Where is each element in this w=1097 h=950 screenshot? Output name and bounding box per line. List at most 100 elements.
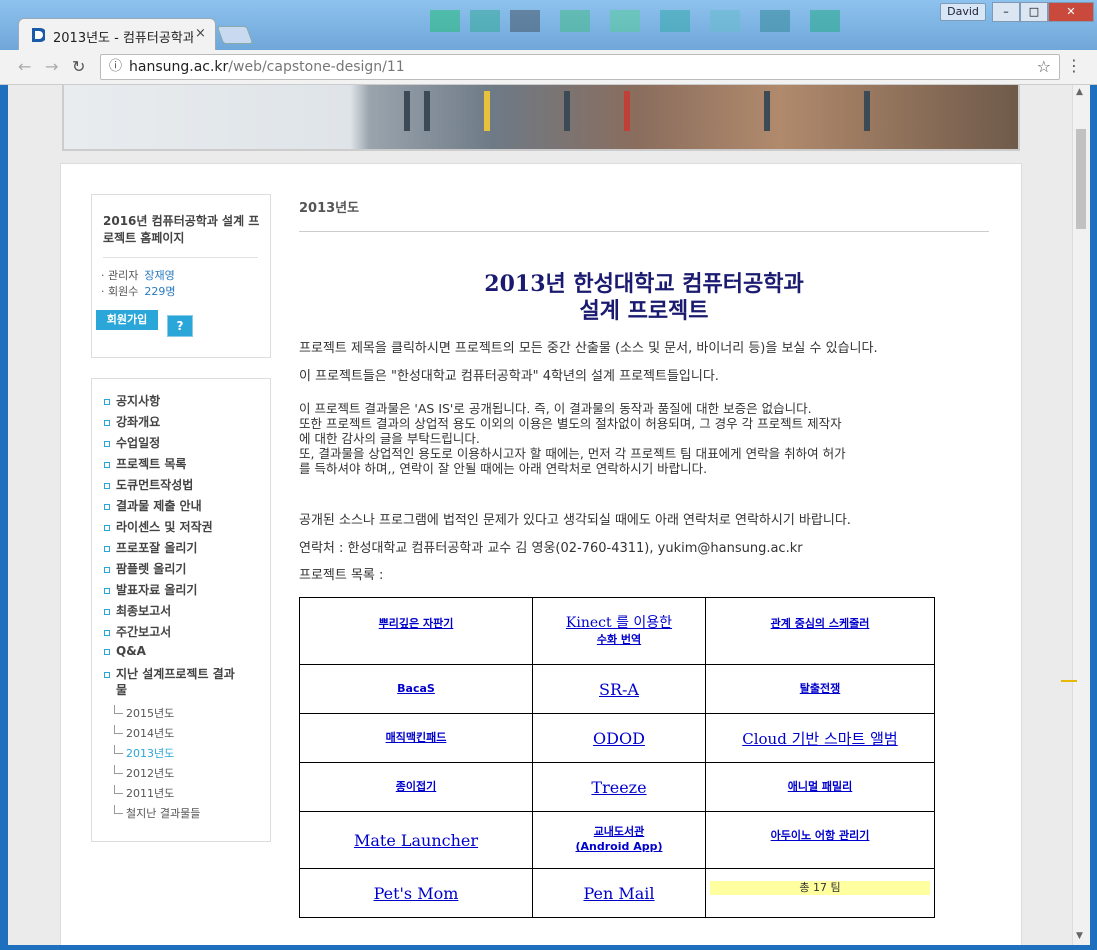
vertical-scrollbar[interactable]: ▲ ▼ (1061, 85, 1090, 945)
bullet-icon (104, 503, 110, 510)
bookmark-star-icon[interactable]: ☆ (1037, 55, 1051, 79)
table-cell: Mate Launcher (299, 811, 533, 869)
sidebar-item-notices[interactable]: 공지사항 (104, 392, 160, 409)
bullet-icon (104, 461, 110, 468)
project-link[interactable]: 아두이노 어항 관리기 (771, 828, 870, 843)
sidebar-item-license[interactable]: 라이센스 및 저작권 (104, 518, 213, 535)
scrollbar-thumb[interactable] (1076, 129, 1086, 229)
sidebar-item-pamphlet[interactable]: 팜플렛 올리기 (104, 560, 186, 577)
sidebar-item-final-report[interactable]: 최종보고서 (104, 602, 171, 619)
project-link[interactable]: Pet's Mom (374, 885, 459, 902)
project-table: 뿌리깊은 자판기 Kinect 를 이용한 수화 번역 관계 중심의 스케줄러 B… (299, 597, 935, 918)
forward-arrow-icon[interactable]: → (45, 57, 58, 76)
past-year-label: 2012년도 (126, 767, 175, 780)
project-link[interactable]: BacaS (397, 681, 435, 696)
project-link[interactable]: ODOD (593, 730, 645, 747)
project-link[interactable]: SR-A (599, 681, 639, 698)
sidebar-item-label: 프로젝트 목록 (116, 457, 187, 471)
content-panel: 2016년 컴퓨터공학과 설계 프로젝트 홈페이지 · 관리자 장재영 · 회원수… (60, 163, 1022, 945)
browser-window: 2013년도 - 컴퓨터공학과 × David – □ ✕ ← → ↻ ⓘ ha… (0, 0, 1097, 950)
maximize-button[interactable]: □ (1020, 2, 1048, 22)
sidebar-item-schedule[interactable]: 수업일정 (104, 434, 160, 451)
back-arrow-icon[interactable]: ← (18, 57, 31, 76)
intro-paragraph: 이 프로젝트들은 "한성대학교 컴퓨터공학과" 4학년의 설계 프로젝트들입니다… (299, 369, 719, 384)
browser-menu-icon[interactable]: ⋮ (1066, 56, 1082, 75)
project-link-text: (Android App) (575, 840, 663, 853)
help-button[interactable]: ? (167, 315, 193, 337)
blurred-region (710, 10, 740, 32)
sidebar-item-overview[interactable]: 강좌개요 (104, 413, 160, 430)
join-button[interactable]: 회원가입 (96, 310, 158, 330)
sidebar-item-documentation[interactable]: 도큐먼트작성법 (104, 476, 193, 493)
bullet-icon (104, 608, 110, 615)
past-year-2014[interactable]: 2014년도 (114, 725, 174, 741)
past-year-label: 2013년도 (126, 747, 175, 760)
project-link[interactable]: 종이접기 (396, 779, 436, 794)
table-row: 매직맥킨패드 ODOD Cloud 기반 스마트 앨범 (299, 713, 935, 763)
new-tab-button[interactable] (216, 26, 254, 44)
blurred-region (510, 10, 540, 32)
page-title-line-1: 2013년 한성대학교 컴퓨터공학과 (484, 271, 804, 297)
past-year-2015[interactable]: 2015년도 (114, 705, 174, 721)
license-line: 또, 결과물을 상업적인 용도로 이용하시고자 할 때에는, 먼저 각 프로젝트… (299, 446, 846, 461)
scroll-up-icon[interactable]: ▲ (1076, 87, 1083, 97)
banner-detail (424, 91, 430, 131)
tab-close-icon[interactable]: × (195, 26, 206, 41)
table-cell: 매직맥킨패드 (299, 713, 533, 763)
past-year-2012[interactable]: 2012년도 (114, 765, 174, 781)
bullet-icon (104, 482, 110, 489)
project-link[interactable]: 탈출전쟁 (800, 681, 840, 696)
sidebar-item-past-results[interactable]: 지난 설계프로젝트 결과 (104, 665, 235, 682)
title-bar: 2013년도 - 컴퓨터공학과 × David – □ ✕ (0, 0, 1097, 51)
banner-detail (764, 91, 770, 131)
sidebar-item-project-list[interactable]: 프로젝트 목록 (104, 455, 186, 472)
page-info-icon[interactable]: ⓘ (109, 55, 122, 79)
table-row: Pet's Mom Pen Mail 총 17 팀 (299, 868, 935, 918)
past-year-2011[interactable]: 2011년도 (114, 785, 174, 801)
project-link[interactable]: Pen Mail (583, 885, 654, 902)
sidebar-item-label: 지난 설계프로젝트 결과 (116, 667, 235, 681)
team-count: 총 17 팀 (710, 881, 930, 895)
past-year-older[interactable]: 철지난 결과물들 (114, 805, 200, 821)
close-window-button[interactable]: ✕ (1048, 2, 1094, 22)
past-year-2013[interactable]: 2013년도 (114, 745, 174, 761)
tree-line-icon (114, 765, 123, 774)
project-link[interactable]: 뿌리깊은 자판기 (379, 616, 454, 631)
project-link[interactable]: Mate Launcher (354, 832, 478, 849)
sidebar-item-presentation[interactable]: 발표자료 올리기 (104, 581, 197, 598)
find-marker (1061, 680, 1077, 682)
table-cell: 관계 중심의 스케줄러 (705, 597, 935, 665)
project-link[interactable]: 매직맥킨패드 (386, 730, 447, 745)
scroll-down-icon[interactable]: ▼ (1076, 931, 1083, 941)
tree-line-icon (114, 745, 123, 754)
project-list-label: 프로젝트 목록 : (299, 568, 384, 583)
project-link-text: 수화 번역 (596, 632, 642, 646)
bullet-icon (104, 524, 110, 531)
project-link[interactable]: 관계 중심의 스케줄러 (771, 616, 870, 631)
sidebar-item-label: 수업일정 (116, 436, 161, 450)
site-title[interactable]: 2016년 컴퓨터공학과 설계 프로젝트 홈페이지 (103, 213, 261, 247)
sidebar-item-qna[interactable]: Q&A (104, 644, 146, 658)
project-link[interactable]: Treeze (591, 779, 646, 796)
sidebar-item-portfolio[interactable]: 프로포잘 올리기 (104, 539, 197, 556)
project-link[interactable]: Kinect 를 이용한 수화 번역 (566, 615, 672, 648)
project-link[interactable]: Cloud 기반 스마트 앨범 (742, 730, 897, 748)
sidebar-item-label-cont[interactable]: 물 (116, 681, 127, 698)
minimize-button[interactable]: – (992, 2, 1020, 22)
sidebar-item-weekly-report[interactable]: 주간보고서 (104, 623, 171, 640)
admin-value[interactable]: 장재영 (144, 269, 174, 282)
user-profile-badge[interactable]: David (940, 3, 986, 21)
members-label: · 회원수 (101, 285, 139, 298)
tree-line-icon (114, 705, 123, 714)
reload-icon[interactable]: ↻ (72, 57, 85, 76)
project-link[interactable]: 교내도서관 (Android App) (576, 824, 663, 854)
address-bar[interactable]: ⓘ hansung.ac.kr/web/capstone-design/11 ☆ (100, 54, 1060, 80)
blurred-region (660, 10, 690, 32)
sidebar-item-submission[interactable]: 결과물 제출 안내 (104, 497, 202, 514)
project-link-text: 교내도서관 (593, 825, 645, 838)
project-link[interactable]: 애니멀 패밀리 (788, 779, 853, 794)
browser-tab[interactable]: 2013년도 - 컴퓨터공학과 × (18, 18, 216, 51)
table-cell: 아두이노 어항 관리기 (705, 811, 935, 869)
past-year-label: 철지난 결과물들 (126, 807, 201, 820)
bullet-icon (104, 440, 110, 447)
